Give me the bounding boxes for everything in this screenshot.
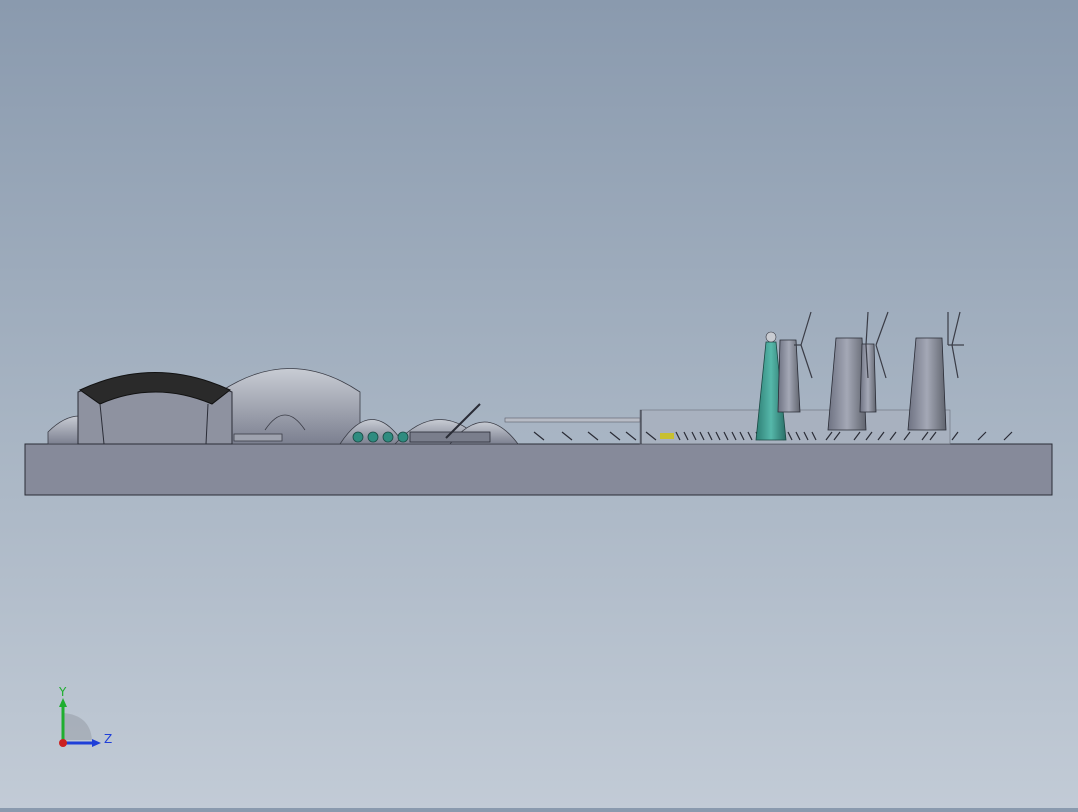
y-axis-arrow	[59, 698, 67, 707]
pipe	[233, 433, 283, 442]
chimney-icon	[907, 337, 947, 431]
model-scene	[24, 311, 1053, 496]
triad-background	[63, 713, 92, 740]
x-axis-dot	[59, 739, 67, 747]
base-slab	[24, 443, 1053, 496]
y-axis-label: Y	[58, 685, 67, 699]
z-axis-label: Z	[104, 732, 112, 746]
orientation-triad[interactable]: Y Z	[50, 685, 120, 755]
storage-dome-icon	[219, 368, 361, 445]
cad-viewport[interactable]: Y Z	[0, 0, 1078, 808]
chimney-icon	[777, 339, 801, 413]
z-axis-arrow	[92, 739, 101, 747]
wind-turbine-icon	[947, 311, 964, 379]
chimney-icon	[827, 337, 867, 431]
